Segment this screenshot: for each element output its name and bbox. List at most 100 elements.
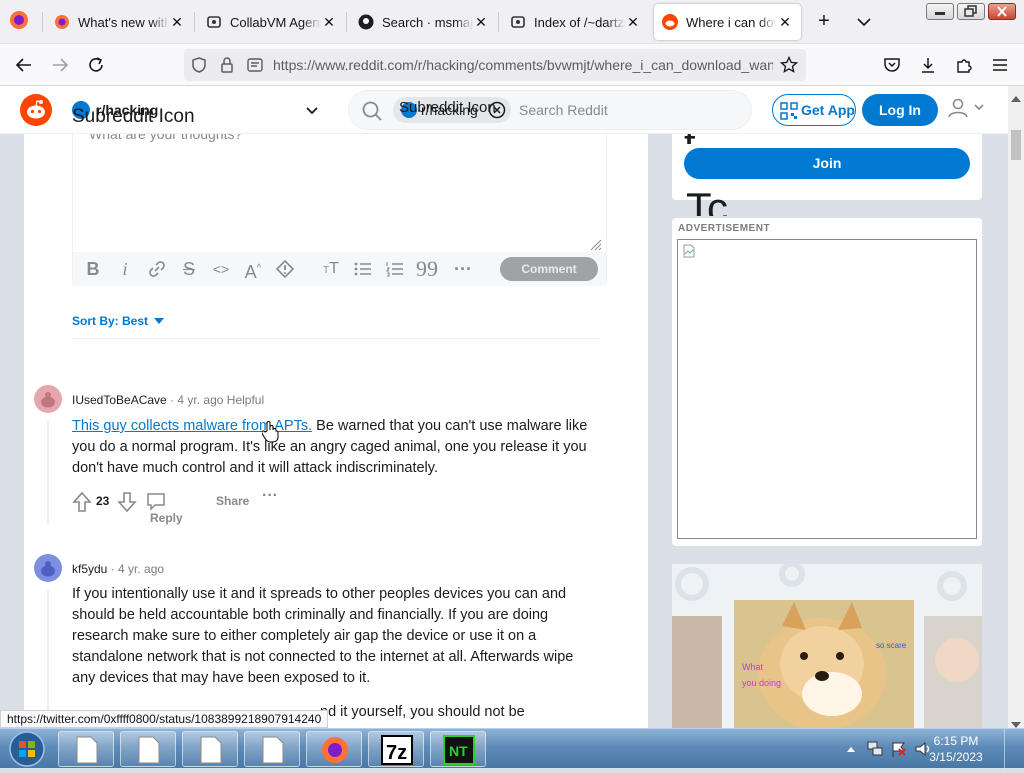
- comment-editor[interactable]: What are your thoughts? B i S <> A^ TT 9…: [72, 134, 607, 286]
- comments-column: What are your thoughts? B i S <> A^ TT 9…: [24, 134, 648, 728]
- comment-author[interactable]: kf5ydu: [72, 562, 107, 576]
- share-button[interactable]: Share: [216, 494, 249, 508]
- join-button[interactable]: Join: [684, 148, 970, 179]
- numbered-list-icon[interactable]: [383, 258, 407, 280]
- hamburger-menu-icon[interactable]: [988, 53, 1012, 77]
- tracking-protection-shield-icon[interactable]: [190, 56, 208, 79]
- minimize-window-icon[interactable]: [926, 3, 954, 20]
- close-tab-icon[interactable]: ✕: [777, 14, 793, 30]
- bold-icon[interactable]: B: [81, 258, 105, 280]
- tab-index-of-dartz[interactable]: Index of /~dartz/isos ✕: [502, 4, 649, 40]
- tab-reddit-where-i-can-download[interactable]: Where i can download ✕: [654, 4, 801, 40]
- page-info-icon[interactable]: [246, 56, 264, 79]
- comment-submit-button[interactable]: Comment: [500, 257, 598, 281]
- forward-arrow-icon[interactable]: [48, 53, 72, 77]
- comment-input[interactable]: What are your thoughts?: [89, 134, 242, 142]
- close-tab-icon[interactable]: ✕: [169, 14, 185, 30]
- reddit-search-box[interactable]: r/hacking Subreddit Icon Search Reddit: [348, 90, 752, 130]
- promo-text: What: [742, 662, 764, 672]
- list-all-tabs-icon[interactable]: [852, 10, 876, 34]
- new-tab-icon[interactable]: +: [812, 10, 836, 34]
- advertisement-card: ADVERTISEMENT: [672, 218, 982, 546]
- avatar[interactable]: [34, 554, 62, 582]
- comment-author[interactable]: IUsedToBeACave: [72, 393, 167, 407]
- taskbar-file-icon[interactable]: [182, 731, 238, 767]
- thread-line[interactable]: [47, 590, 49, 728]
- taskbar-clock[interactable]: 6:15 PM 3/15/2023: [920, 733, 992, 765]
- clock-date: 3/15/2023: [929, 750, 983, 764]
- firefox-view-icon[interactable]: [8, 9, 32, 33]
- show-desktop-button[interactable]: [1004, 729, 1024, 769]
- inline-code-icon[interactable]: <>: [209, 258, 233, 280]
- link-icon[interactable]: [145, 258, 169, 280]
- bulleted-list-icon[interactable]: [351, 258, 375, 280]
- tab-title: What's new with Firefox: [78, 14, 169, 30]
- tab-collabvm-agent[interactable]: CollabVM Agent - CollabVM ✕: [198, 4, 345, 40]
- more-options-icon[interactable]: ···: [451, 258, 475, 280]
- strikethrough-icon[interactable]: S: [177, 258, 201, 280]
- bookmark-star-icon[interactable]: [779, 55, 799, 79]
- scroll-up-icon[interactable]: [1011, 90, 1021, 108]
- heading-icon[interactable]: TT: [319, 258, 343, 280]
- back-arrow-icon[interactable]: [12, 53, 36, 77]
- network-icon[interactable]: [866, 740, 884, 763]
- avatar[interactable]: [34, 385, 62, 413]
- tab-github-search[interactable]: Search · msmajor ✕: [350, 4, 497, 40]
- sort-by-dropdown[interactable]: Sort By: Best: [72, 314, 165, 328]
- hand-cursor-icon: [261, 421, 280, 448]
- more-options-icon[interactable]: ···: [262, 487, 278, 505]
- italic-icon[interactable]: i: [113, 258, 137, 280]
- upvote-arrow-icon[interactable]: [72, 491, 92, 516]
- comment-age[interactable]: 4 yr. ago: [177, 393, 223, 407]
- thread-line[interactable]: [47, 421, 49, 525]
- reddit-icon: [662, 14, 678, 30]
- chevron-down-icon: [972, 100, 986, 119]
- ad-frame[interactable]: [677, 239, 977, 539]
- qr-code-icon: [780, 102, 798, 123]
- quote-block-icon[interactable]: 99: [415, 258, 439, 280]
- close-tab-icon[interactable]: ✕: [625, 14, 641, 30]
- taskbar-file-icon[interactable]: [58, 731, 114, 767]
- address-bar[interactable]: https://www.reddit.com/r/hacking/comment…: [184, 49, 806, 81]
- log-in-button[interactable]: Log In: [862, 94, 938, 126]
- downloads-icon[interactable]: [916, 53, 940, 77]
- tab-whats-new[interactable]: What's new with Firefox ✕: [46, 4, 193, 40]
- comment-age[interactable]: 4 yr. ago: [118, 562, 164, 576]
- close-tab-icon[interactable]: ✕: [321, 14, 337, 30]
- subreddit-selector[interactable]: r/hacking Subreddit Icon: [66, 92, 326, 128]
- promo-text: you doing: [742, 678, 781, 688]
- show-hidden-icons-icon[interactable]: [846, 742, 856, 760]
- reload-icon[interactable]: [84, 53, 108, 77]
- subreddit-icon-alt-text: Subreddit Icon: [399, 99, 496, 116]
- close-tab-icon[interactable]: ✕: [473, 14, 489, 30]
- pocket-icon[interactable]: [880, 53, 904, 77]
- reddit-logo-icon[interactable]: [20, 94, 52, 126]
- close-window-icon[interactable]: [988, 3, 1016, 20]
- restore-window-icon[interactable]: [957, 3, 985, 20]
- taskbar-app-icon[interactable]: NT: [430, 731, 486, 767]
- reply-button[interactable]: Reply: [146, 491, 183, 525]
- superscript-icon[interactable]: A^: [241, 258, 265, 282]
- url-text[interactable]: https://www.reddit.com/r/hacking/comment…: [273, 57, 773, 73]
- spoiler-icon[interactable]: [273, 258, 297, 280]
- user-menu[interactable]: [946, 96, 990, 124]
- search-subreddit-chip[interactable]: r/hacking Subreddit Icon: [393, 97, 511, 123]
- lock-icon[interactable]: [218, 56, 236, 79]
- taskbar-file-icon[interactable]: [120, 731, 176, 767]
- scrollbar-thumb[interactable]: [1011, 130, 1021, 160]
- action-center-flag-icon[interactable]: [890, 740, 908, 763]
- remove-chip-icon[interactable]: [487, 100, 507, 125]
- browser-tab-strip: What's new with Firefox ✕ CollabVM Agent…: [0, 0, 1024, 44]
- taskbar-file-icon[interactable]: [244, 731, 300, 767]
- taskbar-7zip-icon[interactable]: 7z: [368, 731, 424, 767]
- extensions-puzzle-icon[interactable]: [952, 53, 976, 77]
- search-input[interactable]: Search Reddit: [519, 102, 608, 118]
- link-status-url: https://twitter.com/0xffff0800/status/10…: [0, 710, 329, 728]
- get-app-button[interactable]: Get App: [772, 94, 856, 126]
- page-scrollbar[interactable]: [1008, 86, 1024, 728]
- downvote-arrow-icon[interactable]: [117, 491, 137, 516]
- caret-down-icon: [154, 314, 165, 328]
- start-button-icon[interactable]: [4, 730, 50, 768]
- taskbar-firefox-icon[interactable]: [306, 731, 362, 767]
- promo-banner-image[interactable]: What you doing so scare: [672, 564, 982, 728]
